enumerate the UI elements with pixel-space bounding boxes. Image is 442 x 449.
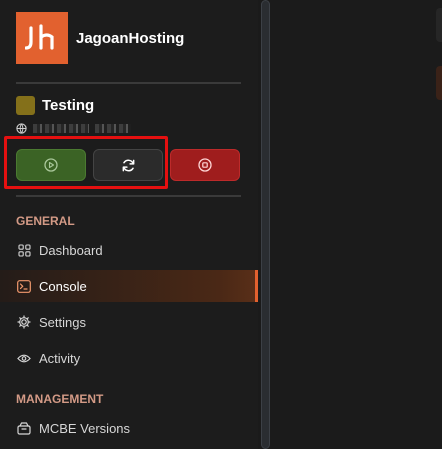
divider xyxy=(16,195,241,197)
grid-icon xyxy=(17,243,31,257)
server-header: Testing xyxy=(16,96,94,115)
logo-mark-icon xyxy=(25,24,54,50)
nav-dashboard[interactable]: Dashboard xyxy=(0,234,258,266)
main-content xyxy=(270,0,442,449)
package-icon xyxy=(17,421,31,435)
nav-settings[interactable]: Settings xyxy=(0,306,258,338)
restart-button[interactable] xyxy=(93,149,163,181)
sidebar: JagoanHosting Testing GENERAL Dashboard … xyxy=(0,0,258,449)
nav-label: Settings xyxy=(39,314,86,330)
refresh-icon xyxy=(122,159,134,171)
nav-label: Dashboard xyxy=(39,242,103,258)
section-general: GENERAL xyxy=(16,214,75,228)
server-address xyxy=(16,121,131,135)
sidebar-scrollbar[interactable] xyxy=(261,0,270,449)
server-name: Testing xyxy=(42,97,95,114)
brand[interactable]: JagoanHosting xyxy=(16,12,184,64)
panel-edge xyxy=(436,66,442,100)
nav-mcbe-versions[interactable]: MCBE Versions xyxy=(0,412,258,444)
play-icon xyxy=(44,158,58,172)
server-color-swatch xyxy=(16,96,35,115)
brand-name: JagoanHosting xyxy=(76,29,185,47)
stop-button[interactable] xyxy=(170,149,240,181)
start-button[interactable] xyxy=(16,149,86,181)
nav-label: Console xyxy=(39,278,87,294)
terminal-icon xyxy=(17,279,31,293)
redacted-address xyxy=(33,123,89,133)
nav-label: MCBE Versions xyxy=(39,420,131,436)
section-management: MANAGEMENT xyxy=(16,392,104,406)
globe-icon xyxy=(16,122,27,134)
redacted-address xyxy=(95,123,131,133)
panel-edge xyxy=(436,8,442,42)
nav-label: Activity xyxy=(39,350,81,366)
nav-activity[interactable]: Activity xyxy=(0,342,258,374)
nav-console[interactable]: Console xyxy=(0,270,258,302)
divider xyxy=(16,82,241,84)
gear-icon xyxy=(17,315,31,329)
eye-icon xyxy=(17,351,31,365)
stop-icon xyxy=(198,158,212,172)
brand-logo xyxy=(16,12,68,64)
